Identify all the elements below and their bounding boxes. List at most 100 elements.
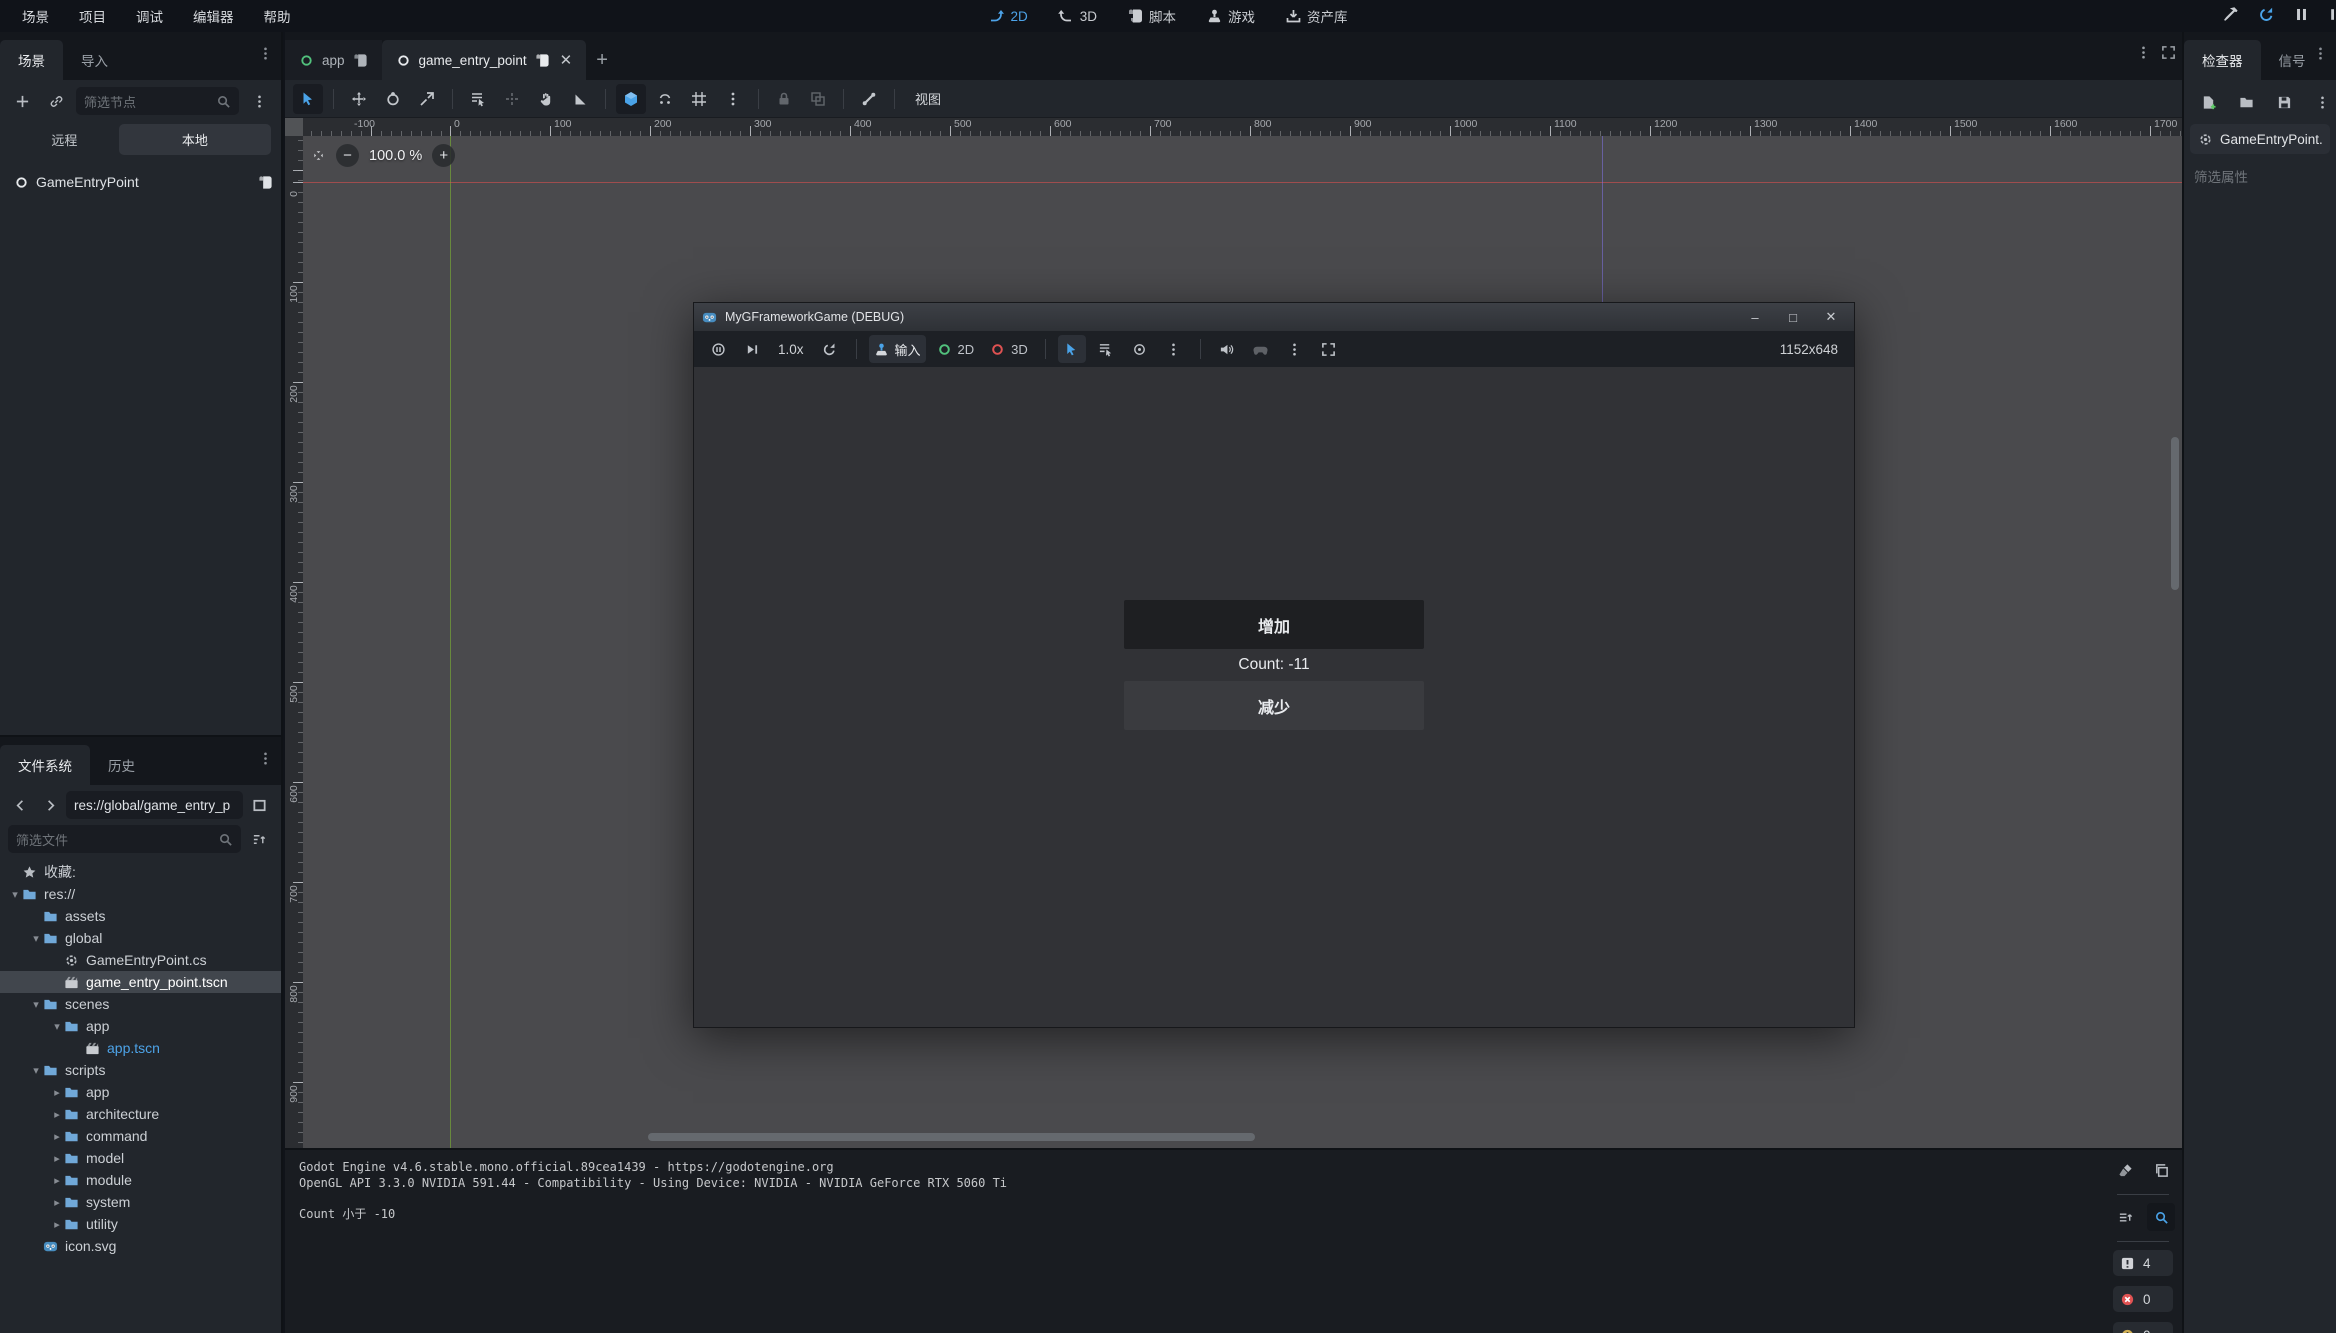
tree-item-app[interactable]: ▾app	[0, 1015, 281, 1037]
zoom-out-button[interactable]: −	[336, 144, 359, 167]
controller-button[interactable]	[1247, 335, 1275, 363]
tree-item-system[interactable]: ▸system	[0, 1191, 281, 1213]
copy-button[interactable]	[2147, 1156, 2175, 1184]
rotate-button[interactable]	[378, 84, 408, 114]
horizontal-scrollbar[interactable]	[648, 1133, 1255, 1141]
remote-button[interactable]: 远程	[10, 124, 119, 155]
ring-3d-button[interactable]: 3D	[985, 335, 1033, 363]
stop-button[interactable]	[2328, 6, 2334, 26]
tree-item-assets[interactable]: assets	[0, 905, 281, 927]
error-count-badge[interactable]: 0	[2113, 1286, 2173, 1312]
snap-target-button[interactable]	[650, 84, 680, 114]
maximize-button[interactable]: □	[1778, 310, 1808, 325]
dots-button[interactable]	[1160, 335, 1188, 363]
current-path-field[interactable]: res://global/game_entry_p	[66, 791, 243, 819]
build-hammer-button[interactable]	[2223, 6, 2240, 26]
context-2D[interactable]: 2D	[988, 8, 1027, 24]
group-button[interactable]	[803, 84, 833, 114]
filter-nodes-input[interactable]: 筛选节点	[76, 87, 239, 115]
tree-item-res://[interactable]: ▾res://	[0, 883, 281, 905]
expand-arrow-icon[interactable]: ▾	[50, 1020, 64, 1033]
game-window-titlebar[interactable]: MyGFrameworkGame (DEBUG) – □ ✕	[694, 303, 1854, 331]
expand-arrow-icon[interactable]: ▸	[50, 1174, 64, 1187]
increase-button[interactable]: 增加	[1124, 600, 1424, 649]
close-tab-icon[interactable]: ✕	[560, 51, 573, 69]
list-select-button[interactable]	[1092, 335, 1120, 363]
expand-arrow-icon[interactable]: ▸	[50, 1218, 64, 1231]
measure-button[interactable]	[565, 84, 595, 114]
tree-item-global[interactable]: ▾global	[0, 927, 281, 949]
tab-场景[interactable]: 场景	[0, 40, 63, 80]
file-plus-button[interactable]	[2194, 88, 2222, 116]
suspend-button[interactable]	[704, 335, 732, 363]
expand-arrow-icon[interactable]: ▸	[50, 1086, 64, 1099]
snap-options-dots-button[interactable]	[718, 84, 748, 114]
warning-count-badge[interactable]: 0	[2113, 1322, 2173, 1333]
center-view-icon[interactable]	[311, 148, 326, 163]
tree-item-scripts[interactable]: ▾scripts	[0, 1059, 281, 1081]
decrease-button[interactable]: 减少	[1124, 681, 1424, 730]
restart-gray-button[interactable]	[816, 335, 844, 363]
dock-menu-dots-icon[interactable]	[258, 46, 273, 64]
expand-arrow-icon[interactable]: ▾	[29, 1064, 43, 1077]
grid-snap-button[interactable]	[684, 84, 714, 114]
select-position-button[interactable]	[497, 84, 527, 114]
instance-scene-button[interactable]	[42, 87, 70, 115]
tree-item-app[interactable]: ▸app	[0, 1081, 281, 1103]
scale-button[interactable]	[412, 84, 442, 114]
collapse-tree-button[interactable]	[2111, 1203, 2139, 1231]
select-cursor-button[interactable]	[1058, 335, 1086, 363]
tree-item-icon.svg[interactable]: icon.svg	[0, 1235, 281, 1257]
tab-导入[interactable]: 导入	[63, 40, 126, 80]
scene-tab-app[interactable]: app	[285, 40, 382, 80]
list-select-button[interactable]	[463, 84, 493, 114]
scene-tree-node-gameentrypoint[interactable]: GameEntryPoint	[0, 167, 281, 197]
2d-viewport[interactable]: − 100.0 % + MyGFrameworkGame (DEBUG) – □…	[303, 136, 2182, 1148]
history-forward-button[interactable]	[36, 791, 64, 819]
restart-button[interactable]	[2258, 6, 2275, 26]
sort-files-button[interactable]	[245, 825, 273, 853]
smart-snap-button[interactable]	[616, 84, 646, 114]
input-joystick-button[interactable]: 输入	[869, 335, 926, 363]
vertical-scrollbar[interactable]	[2171, 437, 2179, 590]
local-button[interactable]: 本地	[119, 124, 271, 155]
tree-item-module[interactable]: ▸module	[0, 1169, 281, 1191]
menu-item-场景[interactable]: 场景	[10, 2, 61, 30]
inspector-resource-row[interactable]: GameEntryPoint.	[2190, 124, 2330, 154]
next-frame-button[interactable]	[738, 335, 766, 363]
history-back-button[interactable]	[6, 791, 34, 819]
expand-arrow-icon[interactable]: ▾	[29, 932, 43, 945]
tree-item-game_entry_point.tscn[interactable]: game_entry_point.tscn	[0, 971, 281, 993]
tab-文件系统[interactable]: 文件系统	[0, 745, 90, 785]
filter-files-input[interactable]: 筛选文件	[8, 825, 241, 853]
context-游戏[interactable]: 游戏	[1206, 6, 1255, 26]
skeleton-bone-button[interactable]	[854, 84, 884, 114]
zoom-level[interactable]: 100.0 %	[369, 148, 422, 164]
expand-arrow-icon[interactable]: ▾	[8, 888, 22, 901]
speaker-button[interactable]	[1213, 335, 1241, 363]
expand-arrow-icon[interactable]: ▸	[50, 1108, 64, 1121]
expand-arrow-icon[interactable]: ▸	[50, 1152, 64, 1165]
expand-arrow-icon[interactable]: ▾	[29, 998, 43, 1011]
expand-arrow-icon[interactable]: ▸	[50, 1130, 64, 1143]
scene-tab-game_entry_point[interactable]: game_entry_point✕	[382, 40, 587, 80]
dots-button[interactable]	[1281, 335, 1309, 363]
menu-item-项目[interactable]: 项目	[67, 2, 118, 30]
attached-script-icon[interactable]	[258, 175, 273, 190]
save-button[interactable]	[2270, 88, 2298, 116]
tree-item-command[interactable]: ▸command	[0, 1125, 281, 1147]
tab-历史[interactable]: 历史	[90, 745, 153, 785]
close-button[interactable]: ✕	[1816, 309, 1846, 325]
move-button[interactable]	[344, 84, 374, 114]
minimize-button[interactable]: –	[1740, 310, 1770, 325]
expand-arrow-icon[interactable]: ▸	[50, 1196, 64, 1209]
menu-item-调试[interactable]: 调试	[124, 2, 175, 30]
tree-item-architecture[interactable]: ▸architecture	[0, 1103, 281, 1125]
tree-item-app.tscn[interactable]: app.tscn	[0, 1037, 281, 1059]
message-count-badge[interactable]: 4	[2113, 1250, 2173, 1276]
dots-button[interactable]	[2308, 88, 2336, 116]
lock-button[interactable]	[769, 84, 799, 114]
zoom-in-button[interactable]: +	[432, 144, 455, 167]
context-3D[interactable]: 3D	[1058, 8, 1097, 24]
menu-item-帮助[interactable]: 帮助	[252, 2, 303, 30]
